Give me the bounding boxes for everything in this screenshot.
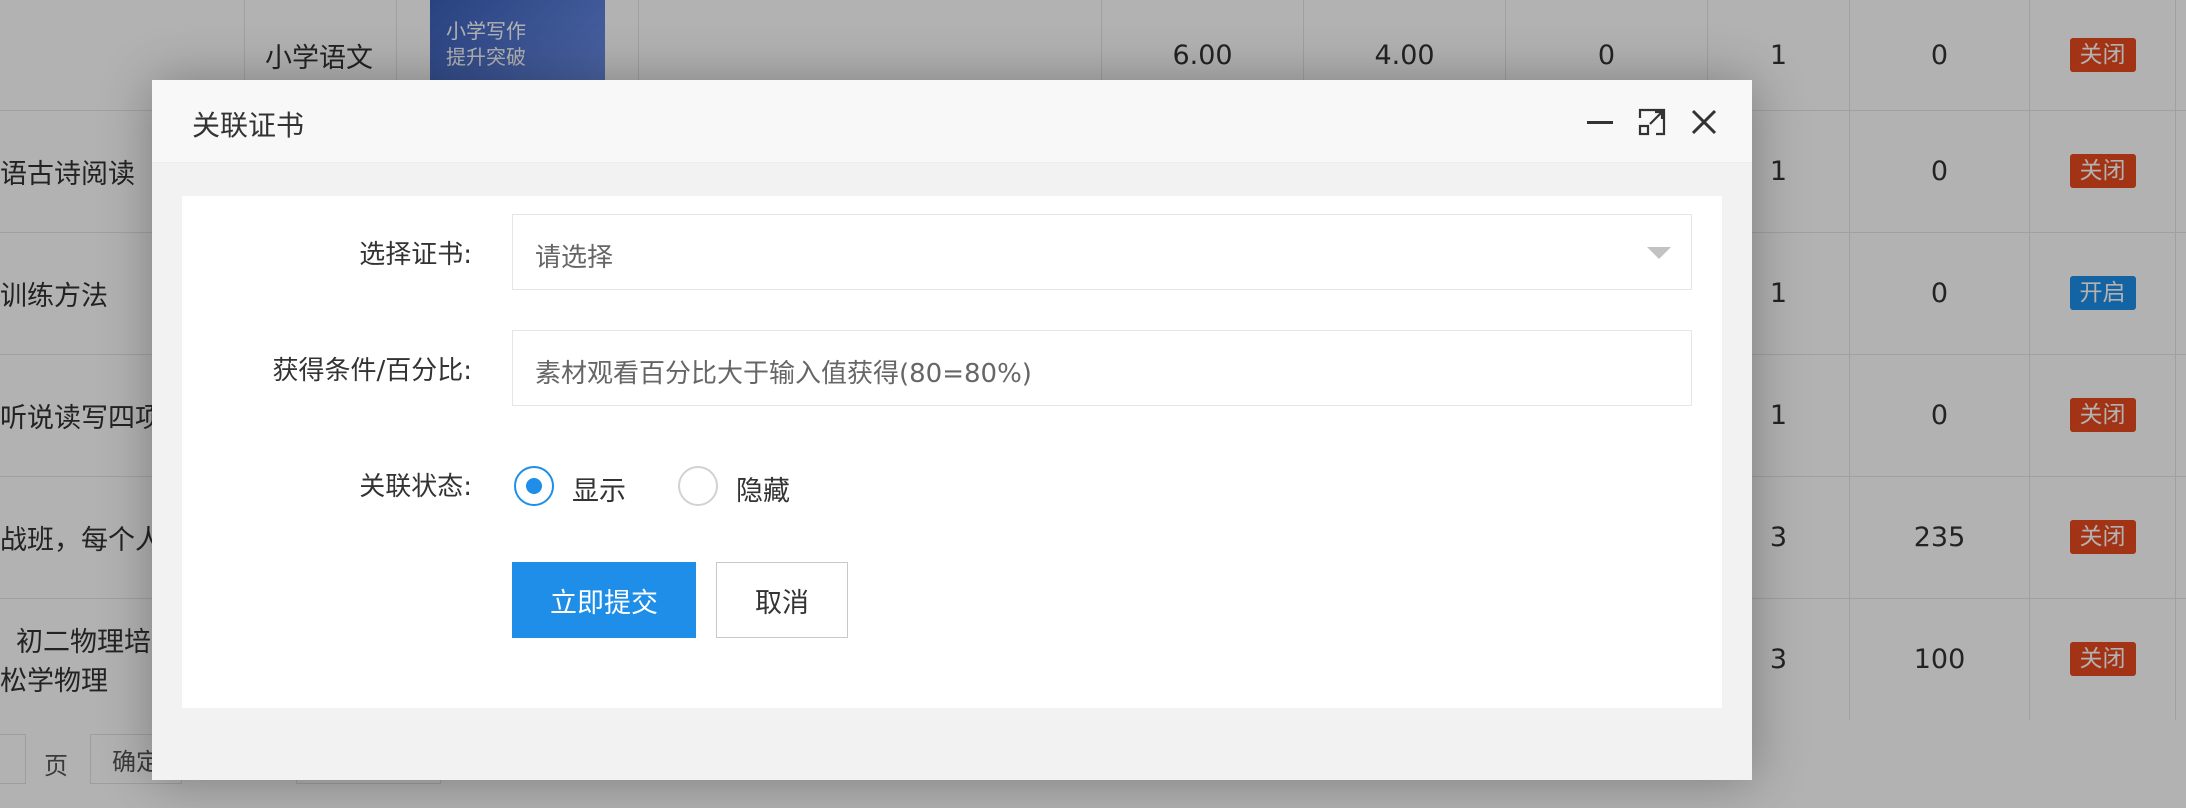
chevron-down-icon [1647,247,1671,259]
close-icon[interactable] [1686,104,1722,140]
status-radio-show[interactable] [514,466,554,506]
maximize-icon[interactable] [1634,104,1670,140]
minimize-icon[interactable] [1582,104,1618,140]
status-label: 关联状态: [359,472,472,502]
certificate-form: 选择证书: 请选择 获得条件/百分比: 素材观看百分比大于输入值获得(80=80… [182,196,1722,708]
certificate-select[interactable]: 请选择 [512,214,1692,290]
cancel-button[interactable]: 取消 [716,562,848,638]
associate-certificate-dialog: 关联证书 选择证书: 请选择 获得条件/百分比: 素材观看百分比大于输入值获得(… [152,80,1752,780]
certificate-label: 选择证书: [359,240,472,270]
condition-input[interactable]: 素材观看百分比大于输入值获得(80=80%) [512,330,1692,406]
dialog-title: 关联证书 [192,109,305,142]
status-radio-show-label[interactable]: 显示 [572,469,626,508]
dialog-header: 关联证书 [152,80,1752,163]
status-radio-hide[interactable] [678,466,718,506]
submit-button[interactable]: 立即提交 [512,562,696,638]
condition-placeholder: 素材观看百分比大于输入值获得(80=80%) [535,359,1032,389]
certificate-select-value: 请选择 [535,243,614,273]
condition-label: 获得条件/百分比: [272,356,472,386]
status-radio-hide-label[interactable]: 隐藏 [736,469,790,508]
